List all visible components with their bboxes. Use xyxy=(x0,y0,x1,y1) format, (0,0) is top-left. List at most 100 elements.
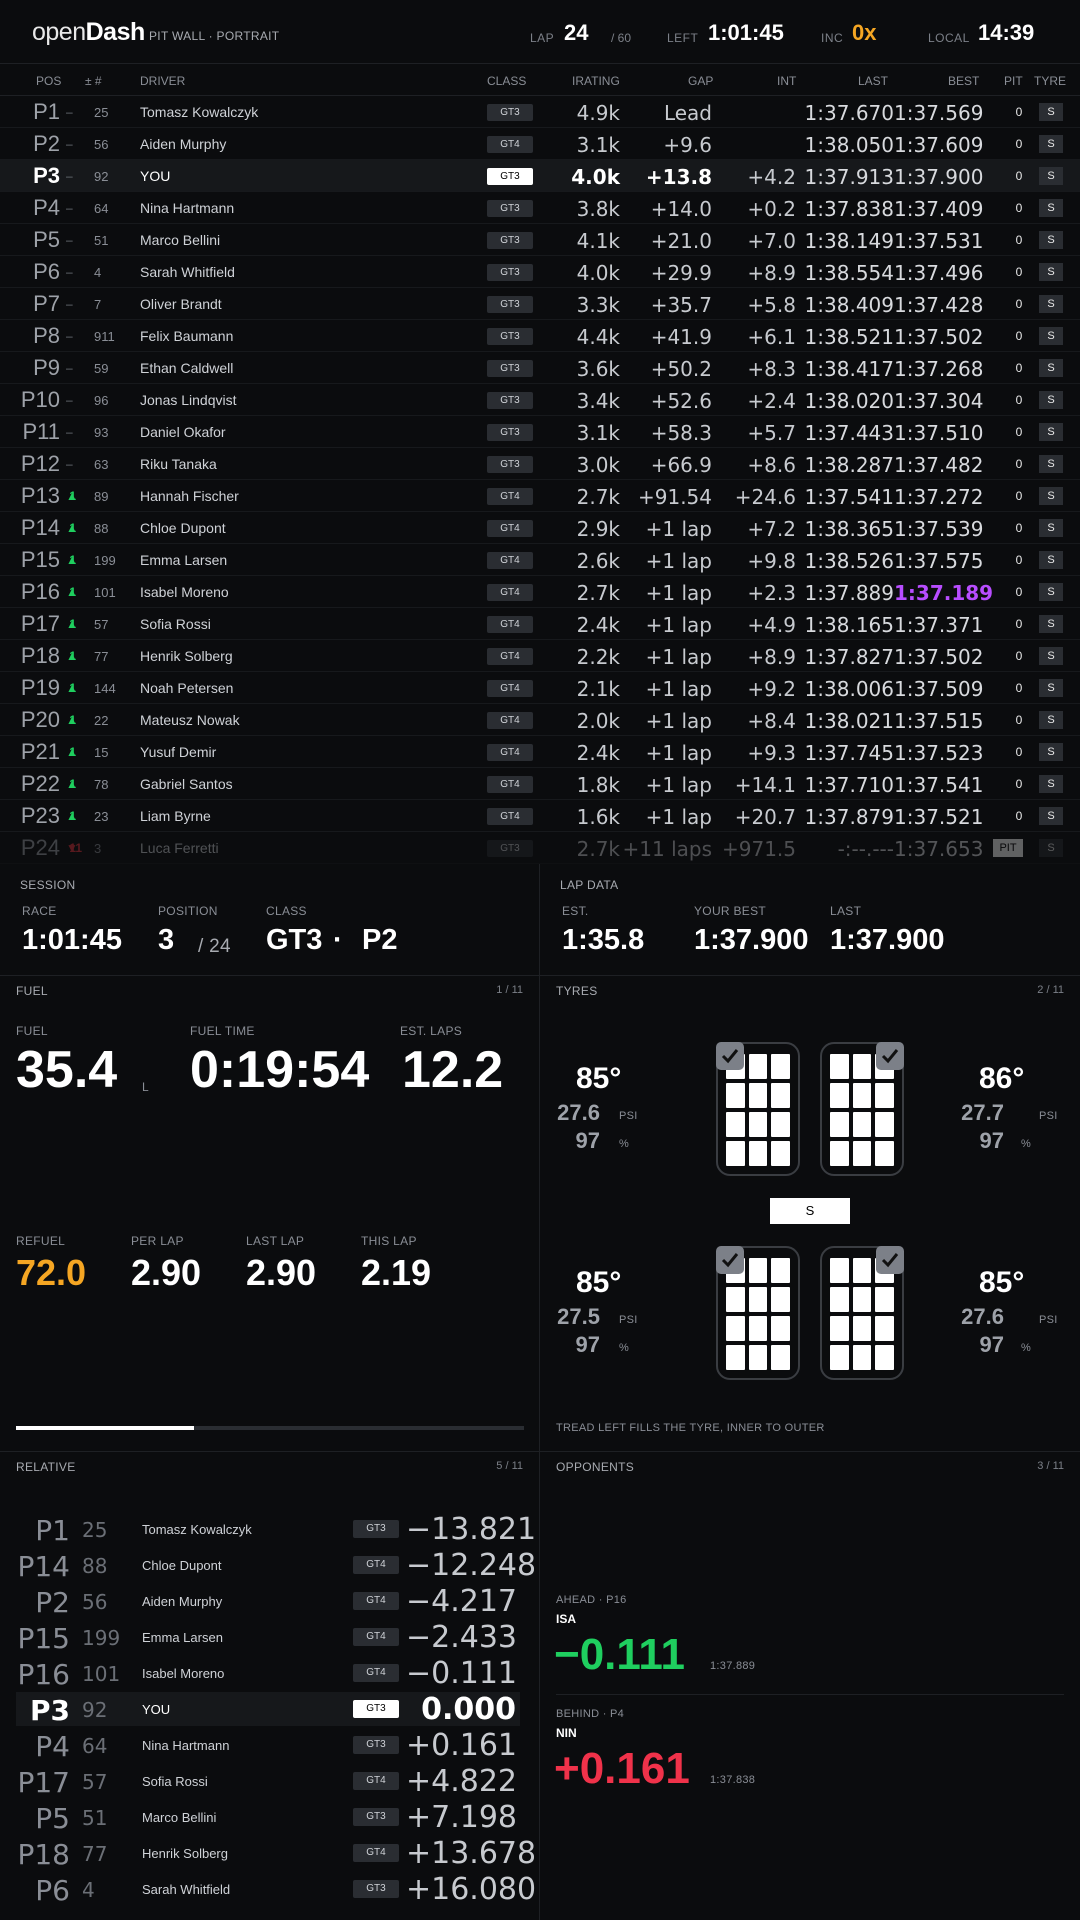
position-change-value: 1 xyxy=(69,553,77,567)
interval: +20.7 xyxy=(734,805,796,829)
list-item[interactable]: P18 77 Henrik Solberg GT4 +13.678 xyxy=(16,1836,536,1871)
col-best[interactable]: BEST xyxy=(948,74,979,88)
table-row[interactable]: P8– 911 Felix Baumann GT3 4.4k +41.9 +6.1 1:38… xyxy=(0,320,1080,352)
position-change-value: 1 xyxy=(69,745,77,759)
position-change-icon: – xyxy=(66,233,73,247)
list-item[interactable]: P6 4 Sarah Whitfield GT3 +16.080 xyxy=(16,1872,536,1907)
table-row[interactable]: P24 ▼ 11 3 Luca Ferretti GT3 2.7k +11 laps +971… xyxy=(0,832,1080,864)
table-row[interactable]: P22 ▲ 1 78 Gabriel Santos GT4 1.8k +1 lap +14.1… xyxy=(0,768,1080,800)
driver-name: Isabel Moreno xyxy=(140,584,229,600)
col-last[interactable]: LAST xyxy=(858,74,888,88)
table-row[interactable]: P16 ▲ 1 101 Isabel Moreno GT4 2.7k +1 lap +2.3 1… xyxy=(0,576,1080,608)
table-row[interactable]: P19 ▲ 1 144 Noah Petersen GT4 2.1k +1 lap +9.2 1… xyxy=(0,672,1080,704)
fl-psi: 27.6 xyxy=(557,1100,600,1125)
best-lap: 1:37.371 xyxy=(894,613,984,637)
interval: +971.5 xyxy=(721,837,796,861)
list-item[interactable]: P1 25 Tomasz Kowalczyk GT3 −13.821 xyxy=(16,1512,536,1547)
pit-stops: 0 xyxy=(1015,681,1023,695)
tyre-compound-badge: S xyxy=(770,1198,850,1224)
position-change-icon: – xyxy=(66,105,73,119)
table-row[interactable]: P1– 25 Tomasz Kowalczyk GT3 4.9k Lead 1:37.67… xyxy=(0,96,1080,128)
position: P1 xyxy=(33,99,60,124)
position: P5 xyxy=(35,1802,70,1835)
class-badge: GT4 xyxy=(487,680,533,697)
gap: +29.9 xyxy=(650,261,712,285)
position: P11 xyxy=(22,419,60,444)
table-row[interactable]: P17 ▲ 1 57 Sofia Rossi GT4 2.4k +1 lap +4.9 1:38… xyxy=(0,608,1080,640)
pit-stops: 0 xyxy=(1015,553,1023,567)
table-row[interactable]: P20 ▲ 1 22 Mateusz Nowak GT4 2.0k +1 lap +8.4 1:… xyxy=(0,704,1080,736)
class-badge: GT4 xyxy=(353,1772,399,1790)
driver-name: Sofia Rossi xyxy=(140,616,211,632)
irating: 4.0k xyxy=(576,261,620,285)
position-change: – xyxy=(66,105,73,119)
class-badge: GT4 xyxy=(353,1664,399,1682)
table-row[interactable]: P12– 63 Riku Tanaka GT3 3.0k +66.9 +8.6 1:38.2… xyxy=(0,448,1080,480)
tyre-compound: S xyxy=(1039,167,1063,185)
layout-subtitle: PIT WALL · PORTRAIT xyxy=(149,29,280,43)
est-laps-label: EST. LAPS xyxy=(400,1024,463,1038)
position-change-icon: – xyxy=(66,169,73,183)
interval: +8.9 xyxy=(747,645,796,669)
table-row[interactable]: P7– 7 Oliver Brandt GT3 3.3k +35.7 +5.8 1:38.4… xyxy=(0,288,1080,320)
table-row[interactable]: P13 ▲ 1 89 Hannah Fischer GT4 2.7k +91.54 +24.6… xyxy=(0,480,1080,512)
list-item[interactable]: P2 56 Aiden Murphy GT4 −4.217 xyxy=(16,1584,520,1619)
table-row[interactable]: P14 ▲ 1 88 Chloe Dupont GT4 2.9k +1 lap +7.2 1:3… xyxy=(0,512,1080,544)
col-pit[interactable]: PIT xyxy=(1004,74,1023,88)
list-item[interactable]: P16 101 Isabel Moreno GT4 −0.111 xyxy=(16,1656,520,1691)
interval: +0.2 xyxy=(747,197,796,221)
table-row[interactable]: P21 ▲ 1 15 Yusuf Demir GT4 2.4k +1 lap +9.3 1:37… xyxy=(0,736,1080,768)
irating: 2.7k xyxy=(576,837,620,861)
col-num[interactable]: ± # xyxy=(85,74,102,88)
pit-stops: 0 xyxy=(1015,489,1023,503)
list-item[interactable]: P17 57 Sofia Rossi GT4 +4.822 xyxy=(16,1764,520,1799)
last-lap: -:--.--- xyxy=(837,837,894,861)
list-item[interactable]: P4 64 Nina Hartmann GT3 +0.161 xyxy=(16,1728,520,1763)
position-change-value: 1 xyxy=(69,585,77,599)
relative-row-player[interactable]: P3 92 YOU GT3 0.000 xyxy=(16,1692,520,1727)
driver-name: Sarah Whitfield xyxy=(142,1882,231,1897)
table-row[interactable]: P2– 56 Aiden Murphy GT4 3.1k +9.6 1:38.050 1:3… xyxy=(0,128,1080,160)
table-row[interactable]: P15 ▲ 1 199 Emma Larsen GT4 2.6k +1 lap +9.8 1:3… xyxy=(0,544,1080,576)
col-int[interactable]: INT xyxy=(777,74,796,88)
tyre-rear-left xyxy=(716,1246,800,1380)
col-irating[interactable]: IRATING xyxy=(572,74,620,88)
col-driver[interactable]: DRIVER xyxy=(140,74,185,88)
col-class[interactable]: CLASS xyxy=(487,74,526,88)
class-badge: GT3 xyxy=(353,1736,399,1754)
pit-stops: 0 xyxy=(1015,105,1023,119)
gap: +11 laps xyxy=(622,837,713,861)
table-row[interactable]: P4– 64 Nina Hartmann GT3 3.8k +14.0 +0.2 1:37.… xyxy=(0,192,1080,224)
class-position: P2 xyxy=(362,924,398,956)
table-row[interactable]: P9– 59 Ethan Caldwell GT3 3.6k +50.2 +8.3 1:38… xyxy=(0,352,1080,384)
col-tyre[interactable]: TYRE xyxy=(1034,74,1066,88)
car-number: 4 xyxy=(94,265,102,280)
best-lap: 1:37.569 xyxy=(894,101,984,125)
list-item[interactable]: P5 51 Marco Bellini GT3 +7.198 xyxy=(16,1800,520,1835)
table-row[interactable]: P5– 51 Marco Bellini GT3 4.1k +21.0 +7.0 1:38.… xyxy=(0,224,1080,256)
table-row[interactable]: P10– 96 Jonas Lindqvist GT3 3.4k +52.6 +2.4 1:… xyxy=(0,384,1080,416)
standings-row-player[interactable]: P3– 92 YOU GT3 4.0k +13.8 +4.2 1:37.913 1:37.90… xyxy=(0,160,1080,192)
pit-stops: 0 xyxy=(1015,457,1023,471)
pit-stops: 0 xyxy=(1015,521,1023,535)
table-row[interactable]: P23 ▲ 1 23 Liam Byrne GT4 1.6k +1 lap +20.7 1:37… xyxy=(0,800,1080,832)
rl-psi-unit: PSI xyxy=(619,1314,638,1326)
col-pos[interactable]: POS xyxy=(36,74,61,88)
list-item[interactable]: P14 88 Chloe Dupont GT4 −12.248 xyxy=(16,1548,536,1583)
position-change: ▲ 1 xyxy=(66,745,78,759)
interval: +5.8 xyxy=(747,293,796,317)
table-row[interactable]: P18 ▲ 1 77 Henrik Solberg GT4 2.2k +1 lap +8.9 1… xyxy=(0,640,1080,672)
driver-name: Marco Bellini xyxy=(142,1810,217,1825)
list-item[interactable]: P15 199 Emma Larsen GT4 −2.433 xyxy=(16,1620,520,1655)
gap: +1 lap xyxy=(645,741,712,765)
irating: 3.3k xyxy=(576,293,620,317)
table-row[interactable]: P6– 4 Sarah Whitfield GT3 4.0k +29.9 +8.9 1:38… xyxy=(0,256,1080,288)
per-lap-value: 2.90 xyxy=(131,1252,202,1293)
standings-table: POS ± # DRIVER CLASS IRATING GAP INT LAS… xyxy=(0,64,1080,864)
position-change-icon: – xyxy=(66,457,73,471)
rl-pct: 97 xyxy=(575,1332,600,1357)
col-gap[interactable]: GAP xyxy=(688,74,713,88)
best-lap: 1:37.515 xyxy=(894,709,984,733)
position-value: 3 xyxy=(158,924,175,956)
table-row[interactable]: P11– 93 Daniel Okafor GT3 3.1k +58.3 +5.7 1:37… xyxy=(0,416,1080,448)
